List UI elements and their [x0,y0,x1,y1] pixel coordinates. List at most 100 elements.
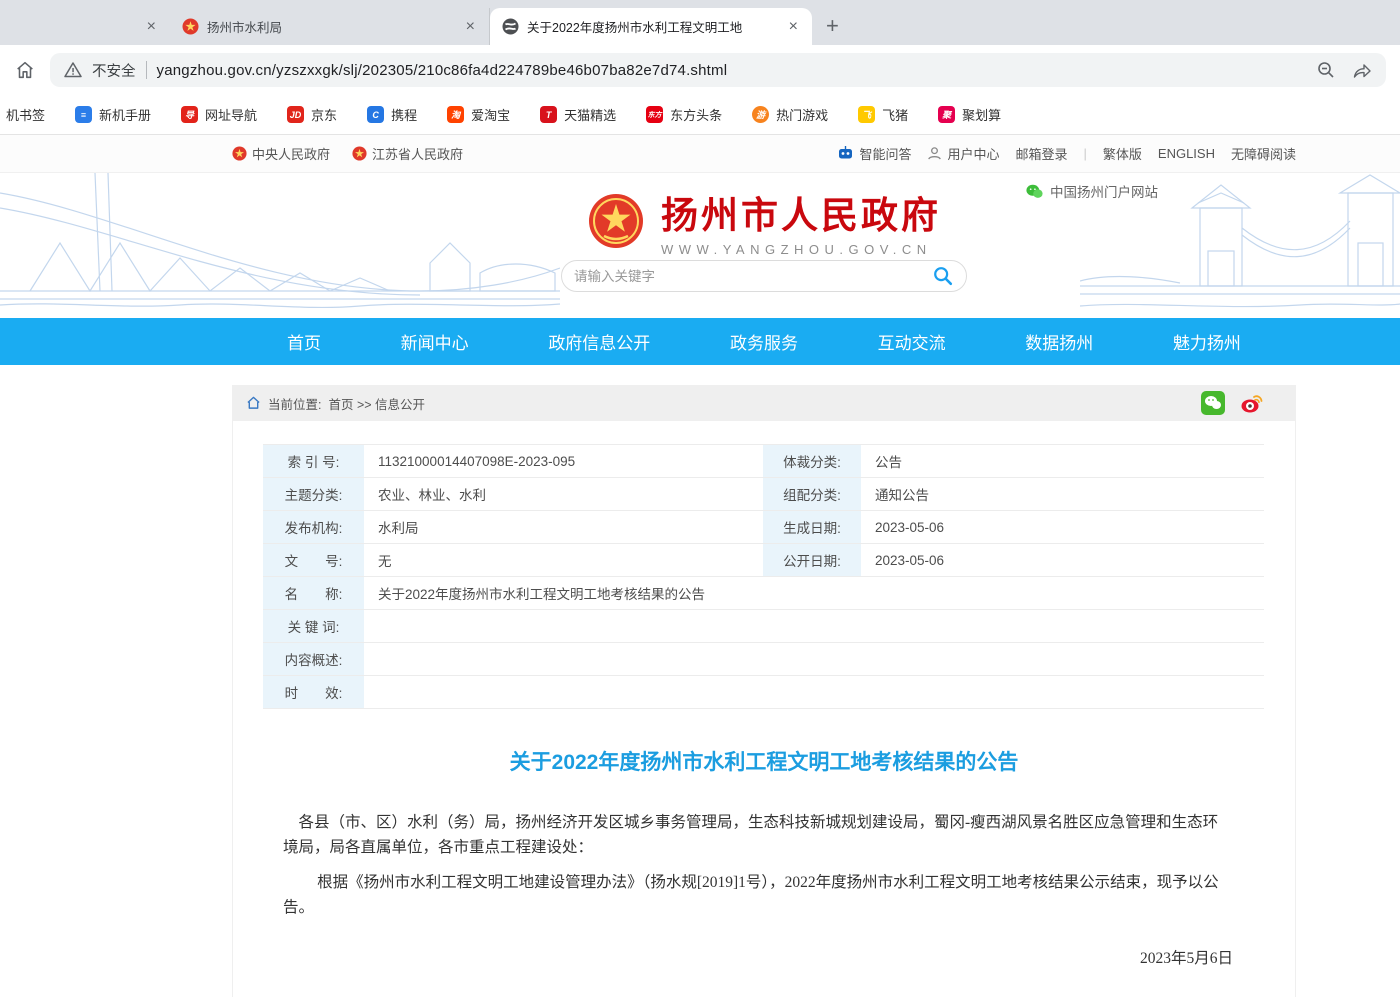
divider: | [1084,146,1087,161]
portal-label: 中国扬州门户网站 [1050,181,1158,201]
link-label: ENGLISH [1158,146,1215,161]
new-tab-button[interactable]: + [812,13,853,45]
tab-shuiliju[interactable]: 扬州市水利局 × [170,8,490,45]
meta-label: 文 号: [263,544,366,576]
table-row: 内容概述: [263,643,1264,676]
breadcrumb-path[interactable]: 首页 >> 信息公开 [328,394,425,413]
nav-charm[interactable]: 魅力扬州 [1173,329,1241,354]
meta-value: 关于2022年度扬州市水利工程文明工地考核结果的公告 [366,577,1266,609]
meta-label: 主题分类: [263,478,366,510]
site-url: WWW.YANGZHOU.GOV.CN [661,242,941,257]
meta-value: 无 [366,544,763,576]
link-english[interactable]: ENGLISH [1158,146,1215,161]
bookmark-label: 聚划算 [962,105,1001,124]
main-nav: 首页 新闻中心 政府信息公开 政务服务 互动交流 数据扬州 魅力扬州 [0,318,1400,365]
bookmark-icon-2: 导 [181,106,198,123]
link-mail-login[interactable]: 邮箱登录 [1015,144,1067,163]
nav-news[interactable]: 新闻中心 [401,329,469,354]
bookmark-item[interactable]: 游 热门游戏 [752,105,828,124]
article-body: 各县（市、区）水利（务）局，扬州经济开发区城乡事务管理局，生态科技新城规划建设局… [233,810,1295,997]
bookmark-item[interactable]: ≡ 新机手册 [75,105,151,124]
address-bar[interactable]: 不安全 yangzhou.gov.cn/yzszxxgk/slj/202305/… [50,53,1386,87]
bookmark-icon-9: 飞 [858,106,875,123]
portal-link[interactable]: 中国扬州门户网站 [1026,181,1158,201]
bookmark-item[interactable]: T 天猫精选 [540,105,616,124]
table-row: 主题分类: 农业、林业、水利 组配分类: 通知公告 [263,478,1264,511]
meta-value [366,643,1266,675]
site-name: 扬州市人民政府 [661,185,941,239]
tab-title: 关于2022年度扬州市水利工程文明工地 [527,17,779,36]
metadata-table: 索 引 号: 11321000014407098E-2023-095 体裁分类:… [263,444,1264,709]
meta-label: 索 引 号: [263,445,366,477]
share-icon[interactable] [1352,60,1372,80]
bookmark-item[interactable]: 东方 东方头条 [646,105,722,124]
meta-label: 内容概述: [263,643,366,675]
bookmark-icon-1: ≡ [75,106,92,123]
zoom-out-icon[interactable] [1316,60,1336,80]
meta-value: 公告 [863,445,1266,477]
bookmark-icon-7: 东方 [646,106,663,123]
bookmark-item[interactable]: C 携程 [367,105,417,124]
not-secure-warning-icon [64,61,82,79]
bookmark-icon-3: JD [287,106,304,123]
bookmarks-bar: 机书签 ≡ 新机手册 导 网址导航 JD 京东 C 携程 淘 爱淘宝 T 天猫精… [0,95,1400,135]
close-tab-icon[interactable]: × [787,19,800,35]
link-traditional[interactable]: 繁体版 [1103,144,1142,163]
bookmark-label: 东方头条 [670,105,722,124]
bookmark-item[interactable]: 聚 聚划算 [938,105,1001,124]
home-icon[interactable] [14,59,36,81]
nav-services[interactable]: 政务服务 [730,329,798,354]
bookmark-label: 京东 [311,105,337,124]
gov-emblem-icon [232,146,247,161]
nav-home[interactable]: 首页 [287,329,321,354]
meta-value: 通知公告 [863,478,1266,510]
bookmark-label: 网址导航 [205,105,257,124]
close-tab-icon[interactable]: × [464,19,477,35]
search-icon[interactable] [932,265,954,287]
table-row: 文 号: 无 公开日期: 2023-05-06 [263,544,1264,577]
bookmark-item[interactable]: 机书签 [6,105,45,124]
url-text: yangzhou.gov.cn/yzszxxgk/slj/202305/210c… [157,62,728,79]
article-paragraph: 根据《扬州市水利工程文明工地建设管理办法》（扬水规[2019]1号），2022年… [283,870,1233,920]
meta-label: 体裁分类: [763,445,863,477]
link-central-gov[interactable]: 中央人民政府 [232,144,330,163]
wechat-icon [1026,184,1043,199]
search-input[interactable] [574,269,932,284]
link-smart-qa[interactable]: 智能问答 [837,144,911,163]
table-row: 关 键 词: [263,610,1264,643]
meta-label: 发布机构: [263,511,366,543]
tab-partial[interactable]: × [0,8,170,45]
link-jiangsu-gov[interactable]: 江苏省人民政府 [352,144,463,163]
breadcrumb-prefix: 当前位置: [268,394,321,413]
bookmark-item[interactable]: JD 京东 [287,105,337,124]
weibo-share-icon[interactable] [1240,391,1264,415]
link-user-center[interactable]: 用户中心 [927,144,999,163]
bookmark-item[interactable]: 飞 飞猪 [858,105,908,124]
close-tab-icon[interactable]: × [145,19,158,35]
gov-emblem-icon [182,18,199,35]
address-toolbar: 不安全 yangzhou.gov.cn/yzszxxgk/slj/202305/… [0,45,1400,95]
tab-bar: × 扬州市水利局 × 关于2022年度扬州市水利工程文明工地 × + [0,0,1400,45]
site-logo[interactable]: 扬州市人民政府 WWW.YANGZHOU.GOV.CN [587,185,941,257]
bookmark-icon-5: 淘 [447,106,464,123]
page-favicon [502,18,519,35]
bookmark-item[interactable]: 淘 爱淘宝 [447,105,510,124]
browser-window: × 扬州市水利局 × 关于2022年度扬州市水利工程文明工地 × + [0,0,1400,997]
tab-active-announcement[interactable]: 关于2022年度扬州市水利工程文明工地 × [490,8,812,45]
site-search[interactable] [561,260,967,292]
home-icon[interactable] [246,396,261,410]
nav-info-disclosure[interactable]: 政府信息公开 [548,329,650,354]
gov-links-bar: 中央人民政府 江苏省人民政府 [0,135,1400,173]
bookmark-icon-10: 聚 [938,106,955,123]
nav-interaction[interactable]: 互动交流 [878,329,946,354]
tab-title: 扬州市水利局 [207,17,456,36]
security-label: 不安全 [92,60,136,81]
national-emblem-icon [587,192,645,250]
wechat-share-icon[interactable] [1201,391,1225,415]
bookmark-item[interactable]: 导 网址导航 [181,105,257,124]
link-accessible[interactable]: 无障碍阅读 [1231,144,1296,163]
meta-label: 关 键 词: [263,610,366,642]
table-row: 名 称: 关于2022年度扬州市水利工程文明工地考核结果的公告 [263,577,1264,610]
nav-data[interactable]: 数据扬州 [1025,329,1093,354]
site-header-banner: 扬州市人民政府 WWW.YANGZHOU.GOV.CN 中国扬州门户网站 [0,173,1400,318]
